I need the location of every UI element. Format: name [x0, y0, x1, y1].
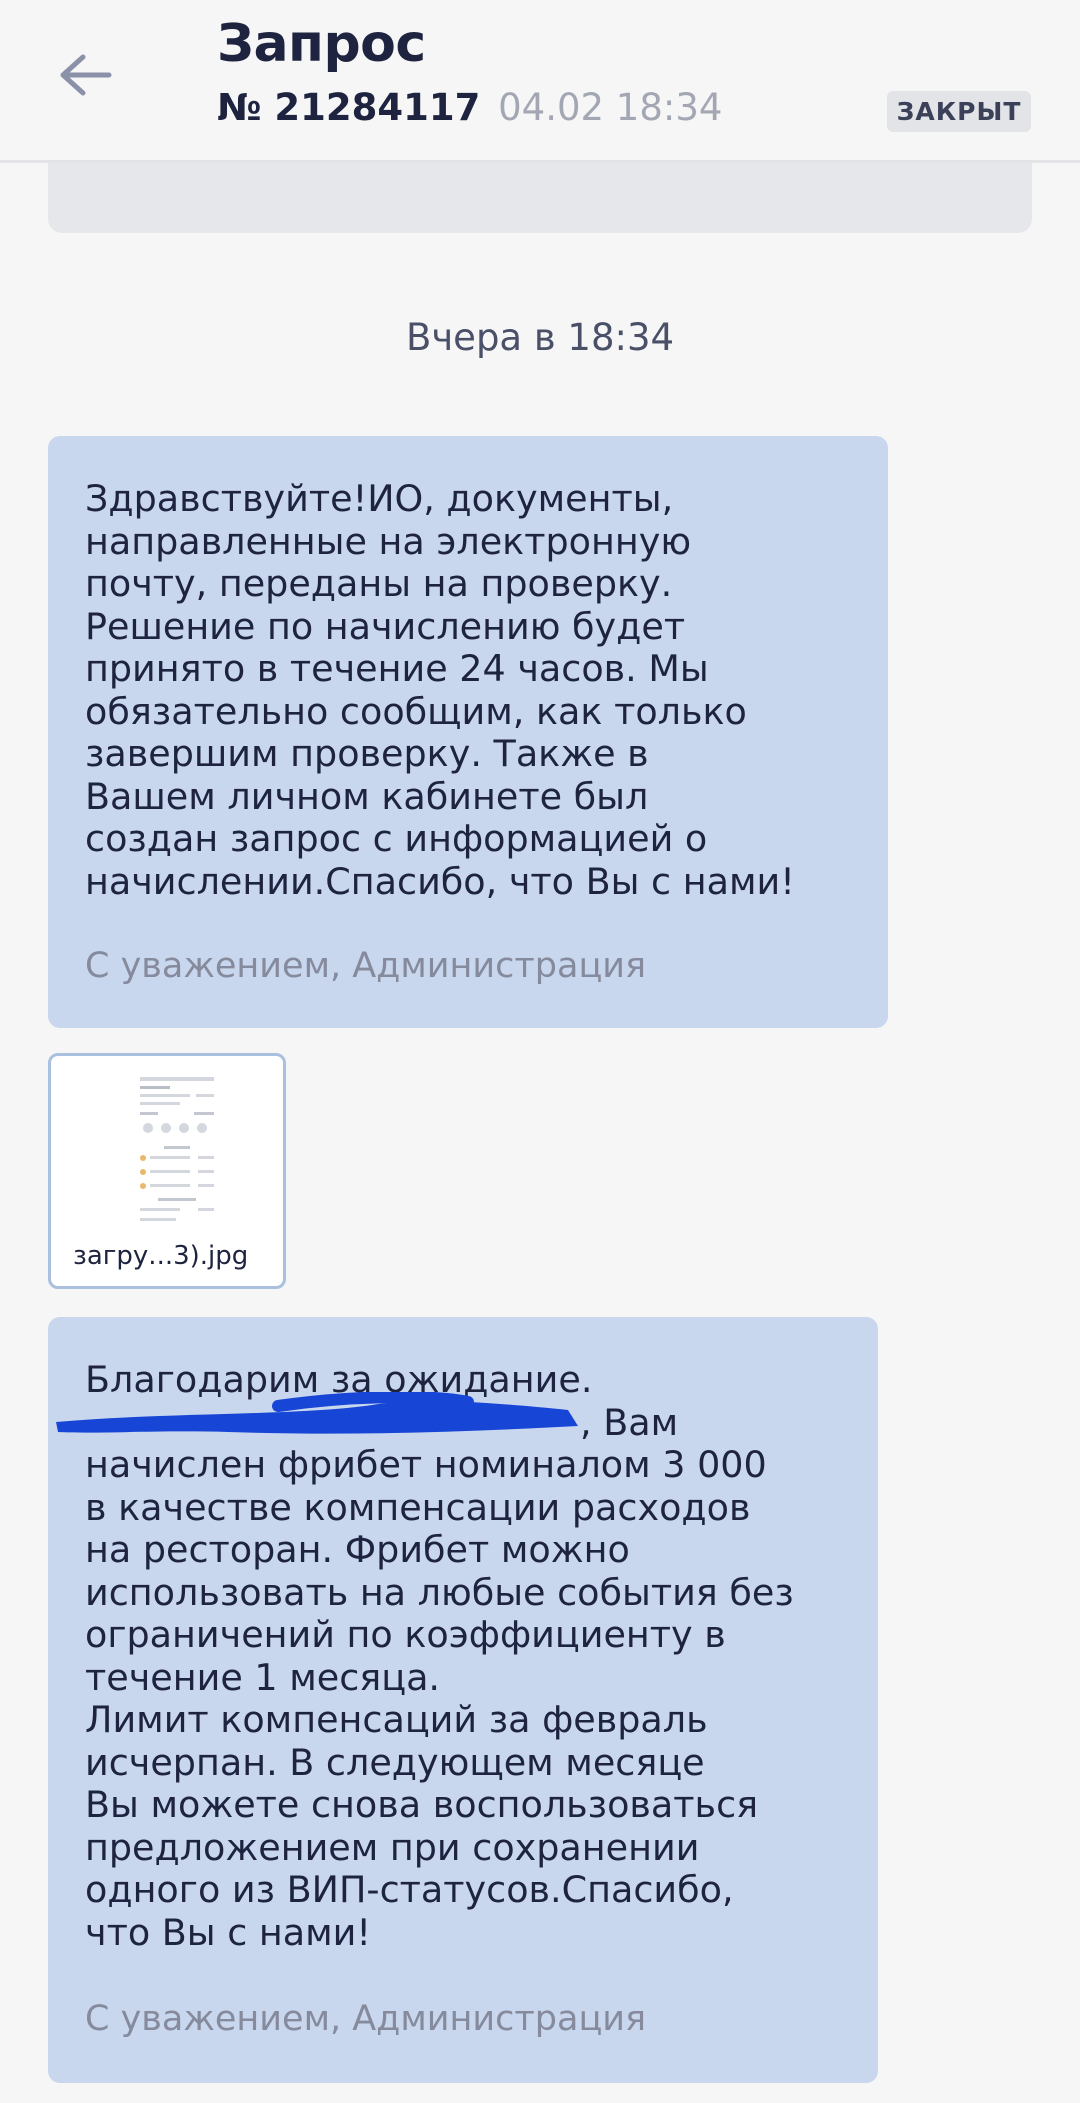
date-separator: Вчера в 18:34 [405, 316, 675, 359]
redaction-scribble [56, 1392, 578, 1434]
attachment-file-name: загру...3).jpg [73, 1241, 249, 1271]
request-date: 04.02 18:34 [498, 86, 723, 129]
status-badge: ЗАКРЫТ [887, 91, 1031, 132]
request-info: № 21284117 04.02 18:34 [217, 86, 722, 129]
image-thumbnail-icon [136, 1074, 218, 1224]
message-text: Благодарим за ожидание. , Вам начислен ф… [85, 1358, 794, 1954]
previous-message-card [48, 163, 1032, 233]
message-text: Здравствуйте!ИО, документы, направленные… [85, 477, 795, 903]
message-signature: С уважением, Администрация [85, 1999, 647, 2039]
arrow-left-icon [60, 54, 112, 96]
back-button[interactable] [50, 40, 120, 110]
message-signature: С уважением, Администрация [85, 946, 647, 986]
app-header: Запрос № 21284117 04.02 18:34 ЗАКРЫТ [0, 0, 1080, 163]
request-number: № 21284117 [217, 86, 481, 129]
page-title: Запрос [217, 14, 426, 74]
attachment-thumbnail[interactable]: загру...3).jpg [48, 1053, 286, 1289]
message-bubble: Здравствуйте!ИО, документы, направленные… [48, 436, 888, 1028]
